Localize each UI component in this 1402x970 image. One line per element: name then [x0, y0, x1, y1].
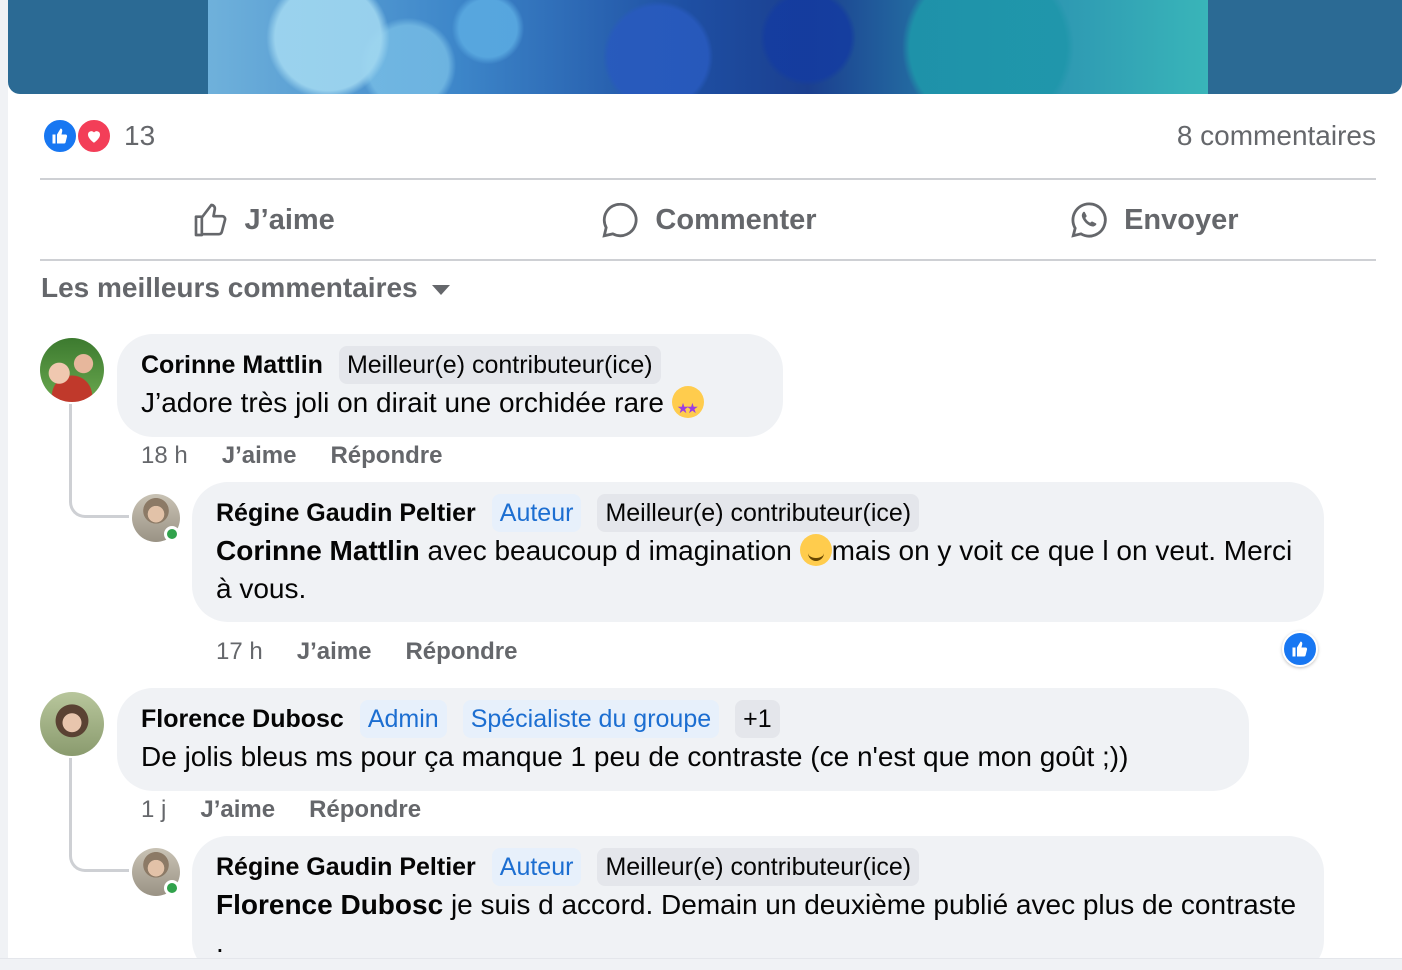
- author-badge[interactable]: Auteur: [491, 848, 582, 886]
- online-status-icon: [164, 880, 180, 896]
- caret-down-icon: [431, 285, 450, 295]
- mention-link[interactable]: Corinne Mattlin: [216, 535, 420, 566]
- top-contributor-badge[interactable]: Meilleur(e) contributeur(ice): [597, 848, 920, 886]
- send-button[interactable]: Envoyer: [931, 180, 1376, 260]
- comment-actions: 18 h J’aime Répondre: [141, 441, 442, 471]
- comment-bubble: Florence Dubosc Admin Spécialiste du gro…: [117, 688, 1249, 791]
- reply-reply-link[interactable]: Répondre: [405, 637, 517, 667]
- group-expert-badge[interactable]: Spécialiste du groupe: [462, 700, 720, 738]
- comment-timestamp[interactable]: 18 h: [141, 441, 188, 471]
- comment-timestamp[interactable]: 1 j: [141, 795, 166, 825]
- comment-reply-link[interactable]: Répondre: [309, 795, 421, 825]
- smiling-face-emoji-icon: [799, 534, 832, 566]
- comment-button[interactable]: Commenter: [485, 180, 930, 260]
- comment-like-link[interactable]: J’aime: [200, 795, 275, 825]
- avatar[interactable]: [40, 338, 104, 402]
- reply-like-link[interactable]: J’aime: [297, 637, 372, 667]
- reply-text: Corinne Mattlin avec beaucoup d imaginat…: [216, 534, 1293, 604]
- divider: [40, 259, 1376, 261]
- star-struck-emoji-icon: [671, 386, 704, 427]
- post-image[interactable]: [8, 0, 1402, 94]
- thread-line: [69, 758, 129, 872]
- comment-actions: 1 j J’aime Répondre: [141, 795, 421, 825]
- reply-actions: 17 h J’aime Répondre: [216, 637, 517, 667]
- comment-text: De jolis bleus ms pour ça manque 1 peu d…: [141, 741, 1129, 772]
- comment-bubble: Corinne Mattlin Meilleur(e) contributeur…: [117, 334, 783, 437]
- reply-timestamp[interactable]: 17 h: [216, 637, 263, 667]
- comment-count-link[interactable]: 8 commentaires: [1177, 118, 1376, 154]
- comment-reply-link[interactable]: Répondre: [330, 441, 442, 471]
- top-contributor-badge[interactable]: Meilleur(e) contributeur(ice): [597, 494, 920, 532]
- comment-button-label: Commenter: [655, 203, 817, 236]
- thumbs-up-icon: [194, 203, 226, 237]
- more-badges-button[interactable]: +1: [735, 700, 780, 738]
- love-reaction-icon: [76, 118, 112, 154]
- reply-like-reaction-icon[interactable]: [1282, 631, 1318, 667]
- thread-line: [69, 404, 129, 518]
- reaction-summary[interactable]: 13: [42, 118, 155, 154]
- send-button-label: Envoyer: [1124, 203, 1239, 236]
- comment-bubble-icon: [602, 202, 638, 238]
- avatar[interactable]: [40, 692, 104, 756]
- like-button[interactable]: J’aime: [40, 180, 485, 260]
- comment-sort-dropdown[interactable]: Les meilleurs commentaires: [41, 272, 450, 304]
- mention-link[interactable]: Florence Dubosc: [216, 889, 443, 920]
- reply-bubble: Régine Gaudin Peltier Auteur Meilleur(e)…: [192, 482, 1324, 622]
- comment-like-link[interactable]: J’aime: [222, 441, 297, 471]
- like-reaction-icon: [42, 118, 78, 154]
- like-button-label: J’aime: [244, 203, 335, 236]
- sort-label: Les meilleurs commentaires: [41, 272, 418, 303]
- reaction-count: 13: [124, 120, 156, 151]
- reply-author[interactable]: Régine Gaudin Peltier: [216, 494, 476, 532]
- reply-bubble: Régine Gaudin Peltier Auteur Meilleur(e)…: [192, 836, 1324, 970]
- reply-author[interactable]: Régine Gaudin Peltier: [216, 848, 476, 886]
- post-card: 13 8 commentaires J’aime Commenter Envoy…: [8, 0, 1402, 970]
- comment-author[interactable]: Corinne Mattlin: [141, 346, 323, 384]
- window-bottom-edge: [0, 958, 1402, 970]
- fluid-art-painting: [208, 0, 1208, 94]
- reply-text: Florence Dubosc je suis d accord. Demain…: [216, 889, 1297, 958]
- comment-text: J’adore très joli on dirait une orchidée…: [141, 384, 759, 427]
- whatsapp-icon: [1071, 202, 1107, 238]
- top-contributor-badge[interactable]: Meilleur(e) contributeur(ice): [338, 346, 661, 384]
- admin-badge[interactable]: Admin: [359, 700, 447, 738]
- comment-author[interactable]: Florence Dubosc: [141, 700, 344, 738]
- online-status-icon: [164, 526, 180, 542]
- author-badge[interactable]: Auteur: [491, 494, 582, 532]
- post-action-bar: J’aime Commenter Envoyer: [40, 180, 1376, 260]
